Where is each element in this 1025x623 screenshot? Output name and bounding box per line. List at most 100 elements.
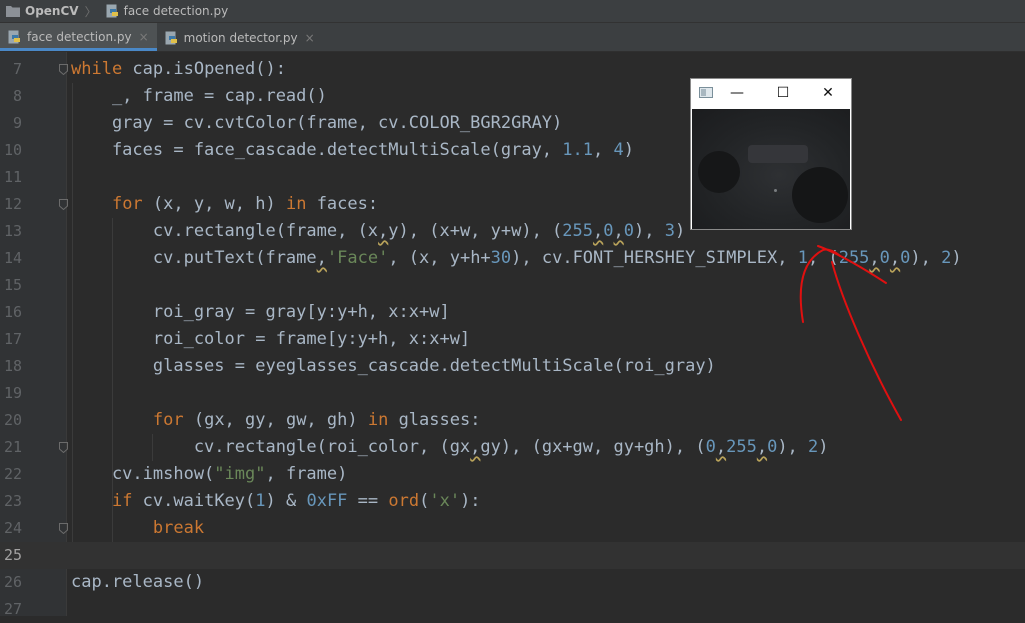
breadcrumb-project[interactable]: OpenCV (0, 0, 83, 22)
fold-marker-icon[interactable] (59, 199, 68, 210)
line-number: 20 (3, 411, 22, 429)
code-token: cv.imshow( (71, 464, 215, 484)
minimize-button[interactable]: — (727, 83, 747, 103)
code-token: ) (623, 140, 634, 160)
python-file-icon (165, 31, 177, 44)
code-token: == (347, 491, 389, 511)
code-text: for (gx, gy, gw, gh) in glasses: (71, 407, 481, 434)
code-token: ) & (265, 491, 307, 511)
code-token: ) (674, 221, 686, 241)
code-token: 0xFF (306, 491, 348, 511)
code-line[interactable]: 27 (0, 596, 1025, 623)
code-line[interactable]: 19 (0, 380, 1025, 407)
code-token: 'x' (429, 491, 461, 511)
line-number: 13 (3, 222, 22, 240)
code-token: _, frame = cap.read() (71, 86, 327, 106)
line-number: 10 (3, 141, 22, 159)
code-token: ): (460, 491, 481, 511)
code-token: ), (634, 221, 665, 241)
breadcrumb-file-label: face detection.py (123, 4, 229, 18)
line-number: 25 (3, 546, 22, 564)
code-token: faces: (306, 194, 379, 214)
code-text: faces = face_cascade.detectMultiScale(gr… (71, 137, 634, 164)
code-line[interactable]: 16 roi_gray = gray[y:y+h, x:x+w] (0, 299, 1025, 326)
code-token: , (869, 248, 880, 268)
code-token: roi_color = frame[y:y+h, x:x+w] (71, 329, 471, 349)
code-token: cv.waitKey( (132, 491, 256, 511)
code-line[interactable]: 12 for (x, y, w, h) in faces: (0, 191, 1025, 218)
tab-motion-detector[interactable]: motion detector.py × (157, 24, 323, 51)
code-text: _, frame = cap.read() (71, 83, 327, 110)
code-token: cv.rectangle(frame, (x (71, 221, 379, 241)
code-line[interactable]: 24 break (0, 515, 1025, 542)
fold-marker-icon[interactable] (59, 523, 68, 534)
code-line[interactable]: 22 cv.imshow("img", frame) (0, 461, 1025, 488)
code-token: for (152, 410, 184, 430)
code-token: , (889, 248, 901, 268)
code-token: , (593, 221, 604, 241)
editor-tab-bar: face detection.py × motion detector.py × (0, 23, 1025, 52)
code-line[interactable]: 21 cv.rectangle(roi_color, (gx,gy), (gx+… (0, 434, 1025, 461)
code-token: "img" (214, 464, 266, 484)
code-token: 'Face' (326, 248, 389, 268)
code-line[interactable]: 18 glasses = eyeglasses_cascade.detectMu… (0, 353, 1025, 380)
code-line[interactable]: 11 (0, 164, 1025, 191)
line-number: 11 (3, 168, 22, 186)
window-app-icon (699, 87, 713, 98)
line-number: 26 (3, 573, 22, 591)
close-button[interactable]: ✕ (818, 83, 838, 103)
python-file-icon (106, 4, 118, 18)
code-text: cv.rectangle(frame, (x, y), (x+w, y+w), (… (71, 218, 685, 245)
code-token: (gx, gy, gw, gh) (183, 410, 368, 430)
fold-marker-icon[interactable] (59, 442, 68, 453)
code-line[interactable]: 13 cv.rectangle(frame, (x, y), (x+w, y+w)… (0, 218, 1025, 245)
breadcrumb-file[interactable]: face detection.py (100, 0, 233, 22)
code-token: break (152, 518, 205, 538)
line-number: 15 (3, 276, 22, 294)
code-line[interactable]: 9 gray = cv.cvtColor(frame, cv.COLOR_BGR… (0, 110, 1025, 137)
code-line[interactable]: 7 while cap.isOpened(): (0, 56, 1025, 83)
maximize-button[interactable]: ☐ (773, 83, 793, 103)
code-token: , (470, 437, 481, 457)
code-token: 255 (726, 437, 757, 457)
tab-face-detection[interactable]: face detection.py × (0, 23, 157, 51)
line-number: 23 (3, 492, 22, 510)
code-editor[interactable]: 7 while cap.isOpened(): 8 _, frame = cap.r… (0, 52, 1025, 618)
close-tab-icon[interactable]: × (305, 31, 315, 45)
code-line[interactable]: 15 (0, 272, 1025, 299)
code-line[interactable]: 23 if cv.waitKey(1) & 0xFF == ord('x'): (0, 488, 1025, 515)
code-token: ) (951, 248, 962, 268)
code-text: if cv.waitKey(1) & 0xFF == ord('x'): (71, 488, 481, 515)
close-tab-icon[interactable]: × (139, 30, 149, 44)
code-token: cap.release() (71, 572, 205, 592)
code-token: 0 (767, 437, 778, 457)
code-line[interactable]: 17 roi_color = frame[y:y+h, x:x+w] (0, 326, 1025, 353)
code-token: 3 (664, 221, 675, 241)
code-line[interactable]: 10 faces = face_cascade.detectMultiScale… (0, 137, 1025, 164)
code-line[interactable]: 25 (0, 542, 1025, 569)
code-token: ord (388, 491, 420, 511)
code-token: 0 (879, 248, 890, 268)
line-number: 19 (3, 384, 22, 402)
code-token: while (71, 59, 123, 79)
code-line[interactable]: 8 _, frame = cap.read() (0, 83, 1025, 110)
line-number: 12 (3, 195, 22, 213)
tab-label: motion detector.py (183, 30, 298, 45)
code-line[interactable]: 26 cap.release() (0, 569, 1025, 596)
code-token: 0 (623, 221, 635, 241)
code-token: faces = face_cascade.detectMultiScale(gr… (71, 140, 563, 160)
code-token: in (367, 410, 389, 430)
code-token: y), (x+w, y+w), ( (388, 221, 563, 241)
code-token: cv.putText(frame (71, 248, 317, 268)
code-line[interactable]: 20 for (gx, gy, gw, gh) in glasses: (0, 407, 1025, 434)
code-token: cap.isOpened(): (122, 59, 286, 79)
fold-marker-icon[interactable] (59, 64, 68, 75)
image-window-title-bar[interactable]: — ☐ ✕ (691, 79, 851, 108)
code-line[interactable]: 14 cv.putText(frame,'Face', (x, y+h+30),… (0, 245, 1025, 272)
code-token: 0 (900, 248, 911, 268)
code-text: for (x, y, w, h) in faces: (71, 191, 378, 218)
image-window[interactable]: — ☐ ✕ (690, 78, 852, 230)
